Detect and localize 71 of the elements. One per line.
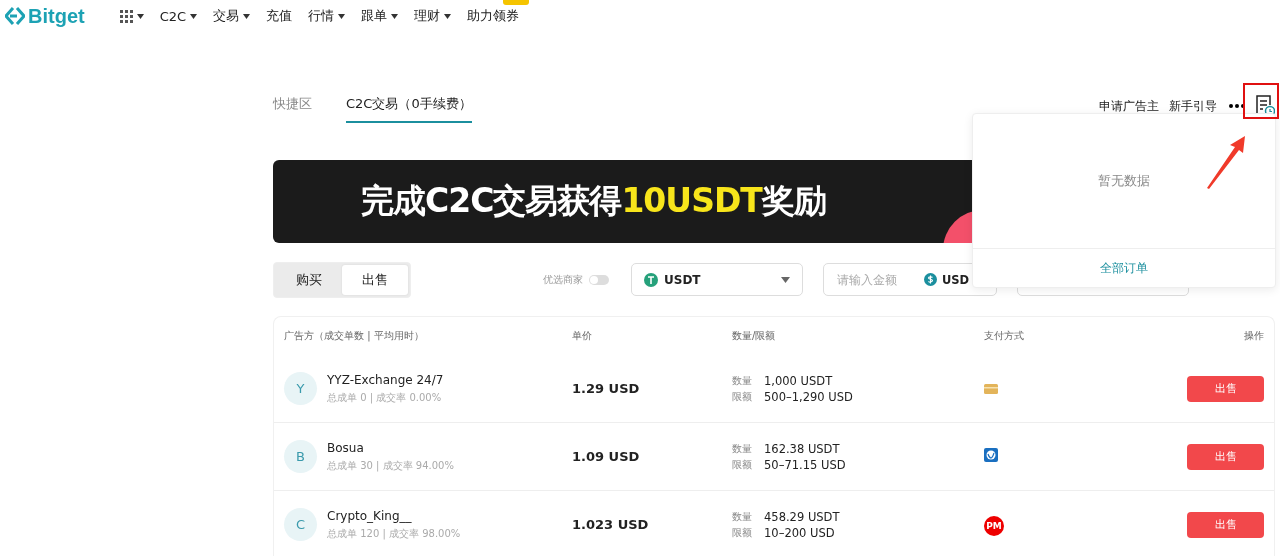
tether-icon: [644, 272, 658, 287]
quantity: 162.38 USDT: [764, 441, 841, 456]
annotation-arrow: [1205, 135, 1247, 190]
nav-item[interactable]: 跟单: [361, 7, 399, 25]
column-header: 广告方（成交单数 | 平均用时）: [284, 329, 425, 343]
quantity-label: 数量: [732, 441, 752, 456]
sell-button[interactable]: 出售: [1187, 443, 1264, 470]
column-header: 单价: [572, 329, 593, 343]
advertiser-name[interactable]: YYZ-Exchange 24/7: [327, 372, 444, 387]
avatar: B: [284, 440, 317, 473]
tab[interactable]: C2C交易（0手续费）: [346, 95, 472, 123]
caret-icon: [243, 13, 251, 19]
caret-icon: [781, 276, 790, 283]
limit: 500–1,290 USD: [764, 389, 853, 404]
empty-message: 暂无数据: [1098, 172, 1150, 190]
quantity: 458.29 USDT: [764, 509, 840, 524]
column-header: 数量/限额: [732, 329, 777, 343]
price: 1.023 USD: [572, 517, 650, 532]
limit: 10–200 USD: [764, 525, 836, 540]
logo-text: Bitget: [28, 4, 85, 28]
price: 1.29 USD: [572, 381, 641, 396]
coin-select[interactable]: USDT: [631, 263, 803, 296]
advertiser-stats: 总成单 0 | 成交率 0.00%: [327, 390, 443, 405]
logo-icon: [5, 7, 25, 25]
apps-menu-button[interactable]: [119, 9, 144, 23]
limit-label: 限额: [732, 525, 752, 540]
preferred-switch[interactable]: [589, 274, 609, 285]
caret-icon: [338, 13, 346, 19]
dollar-icon: [924, 273, 937, 286]
sell-button[interactable]: 出售: [1187, 375, 1264, 402]
quantity-label: 数量: [732, 509, 752, 524]
grid-icon: [119, 9, 133, 23]
side-toggle[interactable]: 购买: [276, 264, 342, 295]
advertiser-name[interactable]: Crypto_King__: [327, 508, 461, 523]
caret-icon: [190, 13, 198, 19]
caret-icon: [136, 13, 144, 19]
avatar: Y: [284, 372, 317, 405]
advertiser-stats: 总成单 30 | 成交率 94.00%: [327, 458, 454, 473]
sell-button[interactable]: 出售: [1187, 511, 1264, 538]
nav-item[interactable]: 理财: [414, 7, 452, 25]
globe-icon: [984, 448, 998, 462]
caret-icon: [391, 13, 399, 19]
limit: 50–71.15 USD: [764, 457, 846, 472]
nav-item[interactable]: C2C: [159, 8, 198, 24]
price: 1.09 USD: [572, 449, 641, 464]
quantity: 1,000 USDT: [764, 373, 834, 388]
nav-item[interactable]: 行情: [308, 7, 346, 25]
advertiser-stats: 总成单 120 | 成交率 98.00%: [327, 526, 461, 541]
side-toggle[interactable]: 出售: [342, 264, 408, 295]
card-icon: [984, 384, 998, 394]
all-orders-link[interactable]: 全部订单: [1100, 260, 1148, 276]
highlight-box: [1243, 83, 1279, 119]
column-header: 操作: [1243, 329, 1264, 343]
limit-label: 限额: [732, 457, 752, 472]
preferred-label: 优选商家: [543, 272, 583, 287]
more-icon[interactable]: [1229, 104, 1245, 108]
avatar: C: [284, 508, 317, 541]
nav-item[interactable]: 交易: [213, 7, 251, 25]
advertiser-name[interactable]: Bosua: [327, 440, 454, 455]
currency-label: USD: [942, 272, 970, 287]
header-link[interactable]: 新手引导: [1169, 98, 1217, 114]
caret-icon: [444, 13, 452, 19]
nav-item[interactable]: 助力领券: [467, 7, 520, 25]
payment-badge: PM: [984, 515, 1004, 536]
banner-title: 完成C2C交易获得10USDT奖励: [361, 180, 826, 222]
limit-label: 限额: [732, 389, 752, 404]
quantity-label: 数量: [732, 373, 752, 388]
tab[interactable]: 快捷区: [273, 95, 312, 123]
nav-item[interactable]: 充值: [266, 7, 293, 25]
header-link[interactable]: 申请广告主: [1099, 98, 1159, 114]
column-header: 支付方式: [984, 329, 1025, 343]
